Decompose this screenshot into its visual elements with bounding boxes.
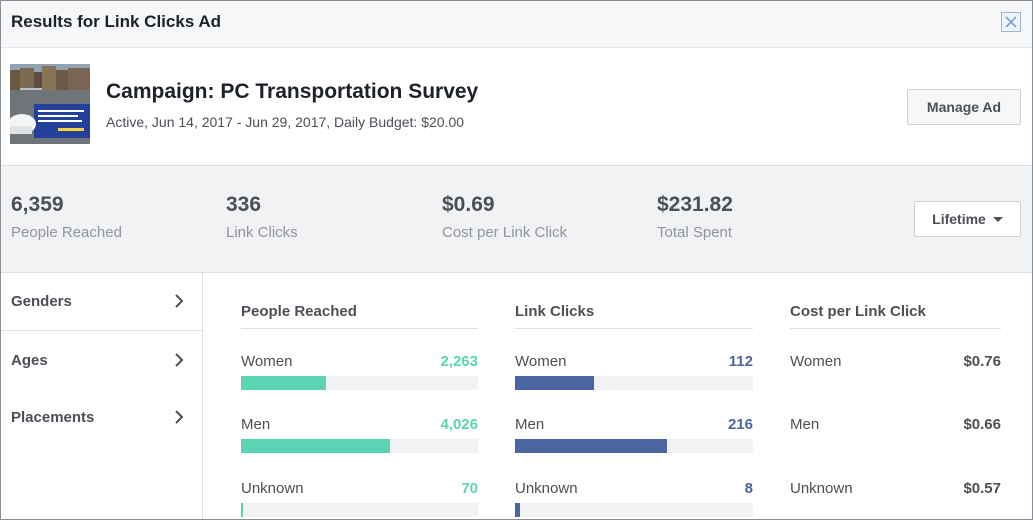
stat-cost-per-link-click: $0.69 Cost per Link Click bbox=[442, 193, 567, 241]
row-label: Women bbox=[241, 353, 293, 370]
close-button[interactable] bbox=[1001, 12, 1021, 32]
row-value: 216 bbox=[727, 416, 753, 433]
dialog-titlebar: Results for Link Clicks Ad bbox=[1, 1, 1032, 48]
row-label: Unknown bbox=[241, 480, 304, 497]
stat-label: Cost per Link Click bbox=[442, 224, 568, 241]
breakdown-row-men: Men $0.66 bbox=[790, 416, 1001, 456]
bar-fill bbox=[515, 503, 520, 517]
breakdown-row-unknown: Unknown 8 bbox=[515, 480, 753, 519]
stat-link-clicks: 336 Link Clicks bbox=[226, 193, 298, 241]
sidebar-item-ages[interactable]: Ages bbox=[1, 332, 202, 390]
stat-label: Link Clicks bbox=[226, 224, 298, 241]
row-label: Women bbox=[515, 353, 567, 370]
column-header: People Reached bbox=[241, 303, 478, 329]
stat-total-spent: $231.82 Total Spent bbox=[657, 193, 733, 241]
row-label: Men bbox=[241, 416, 271, 433]
close-icon bbox=[1005, 16, 1017, 28]
row-label: Women bbox=[790, 353, 842, 370]
campaign-meta: Active, Jun 14, 2017 - Jun 29, 2017, Dai… bbox=[106, 114, 465, 130]
stat-value: $231.82 bbox=[657, 193, 733, 216]
stat-label: Total Spent bbox=[657, 224, 733, 241]
chevron-right-icon bbox=[175, 353, 184, 367]
row-value: $0.66 bbox=[963, 416, 1001, 433]
row-value: 70 bbox=[461, 480, 478, 497]
row-value: $0.76 bbox=[963, 353, 1001, 370]
caret-down-icon bbox=[992, 216, 1003, 222]
dialog-title: Results for Link Clicks Ad bbox=[11, 12, 222, 31]
row-label: Men bbox=[790, 416, 820, 433]
bar-track bbox=[241, 503, 478, 517]
chevron-right-icon bbox=[175, 294, 184, 308]
column-people-reached: People Reached Women 2,263 Men 4,026 Unk… bbox=[241, 273, 478, 519]
stat-value: 6,359 bbox=[11, 193, 64, 216]
row-label: Unknown bbox=[790, 480, 853, 497]
bar-track bbox=[241, 439, 478, 453]
row-label: Unknown bbox=[515, 480, 578, 497]
column-cost-per-link-click: Cost per Link Click Women $0.76 Men $0.6… bbox=[790, 273, 1001, 519]
timeframe-label: Lifetime bbox=[932, 211, 986, 227]
results-dialog: Results for Link Clicks Ad Campaign: PC … bbox=[0, 0, 1033, 520]
bar-track bbox=[515, 376, 753, 390]
row-value: 112 bbox=[728, 353, 753, 370]
sidebar-item-genders[interactable]: Genders bbox=[1, 273, 202, 331]
breakdown-sidebar: Genders Ages Placements bbox=[1, 273, 203, 519]
stat-people-reached: 6,359 People Reached bbox=[11, 193, 122, 241]
breakdown-panel: People Reached Women 2,263 Men 4,026 Unk… bbox=[203, 273, 1032, 519]
chevron-right-icon bbox=[175, 410, 184, 424]
bar-fill bbox=[515, 439, 668, 453]
bar-track bbox=[241, 376, 478, 390]
row-value: 4,026 bbox=[440, 416, 478, 433]
bar-fill bbox=[241, 439, 391, 453]
row-value: $0.57 bbox=[963, 480, 1001, 497]
breakdown-row-men: Men 4,026 bbox=[241, 416, 478, 456]
bar-track bbox=[515, 503, 753, 517]
stat-value: $0.69 bbox=[442, 193, 495, 216]
campaign-name: Campaign: PC Transportation Survey bbox=[106, 80, 479, 103]
breakdown-row-women: Women $0.76 bbox=[790, 353, 1001, 393]
stat-value: 336 bbox=[226, 193, 262, 216]
bar-track bbox=[515, 439, 753, 453]
row-label: Men bbox=[515, 416, 545, 433]
manage-ad-button[interactable]: Manage Ad bbox=[907, 89, 1021, 125]
breakdown-row-unknown: Unknown 70 bbox=[241, 480, 478, 519]
breakdown-row-unknown: Unknown $0.57 bbox=[790, 480, 1001, 519]
sidebar-item-label: Genders bbox=[11, 293, 72, 310]
row-value: 2,263 bbox=[440, 353, 478, 370]
ad-thumbnail bbox=[10, 64, 90, 144]
campaign-header: Campaign: PC Transportation Survey Activ… bbox=[1, 48, 1032, 166]
breakdown-row-women: Women 112 bbox=[515, 353, 753, 393]
sidebar-item-label: Ages bbox=[11, 352, 48, 369]
summary-stats: 6,359 People Reached 336 Link Clicks $0.… bbox=[1, 166, 1032, 273]
column-header: Cost per Link Click bbox=[790, 303, 1001, 329]
breakdown-row-women: Women 2,263 bbox=[241, 353, 478, 393]
bar-fill bbox=[241, 376, 327, 390]
breakdown-row-men: Men 216 bbox=[515, 416, 753, 456]
timeframe-dropdown[interactable]: Lifetime bbox=[914, 201, 1021, 237]
stat-label: People Reached bbox=[11, 224, 122, 241]
bar-fill bbox=[241, 503, 244, 517]
column-header: Link Clicks bbox=[515, 303, 753, 329]
row-value: 8 bbox=[744, 480, 753, 497]
sidebar-item-label: Placements bbox=[11, 409, 95, 426]
sidebar-item-placements[interactable]: Placements bbox=[1, 389, 202, 447]
column-link-clicks: Link Clicks Women 112 Men 216 Unknown 8 bbox=[515, 273, 753, 519]
bar-fill bbox=[515, 376, 594, 390]
